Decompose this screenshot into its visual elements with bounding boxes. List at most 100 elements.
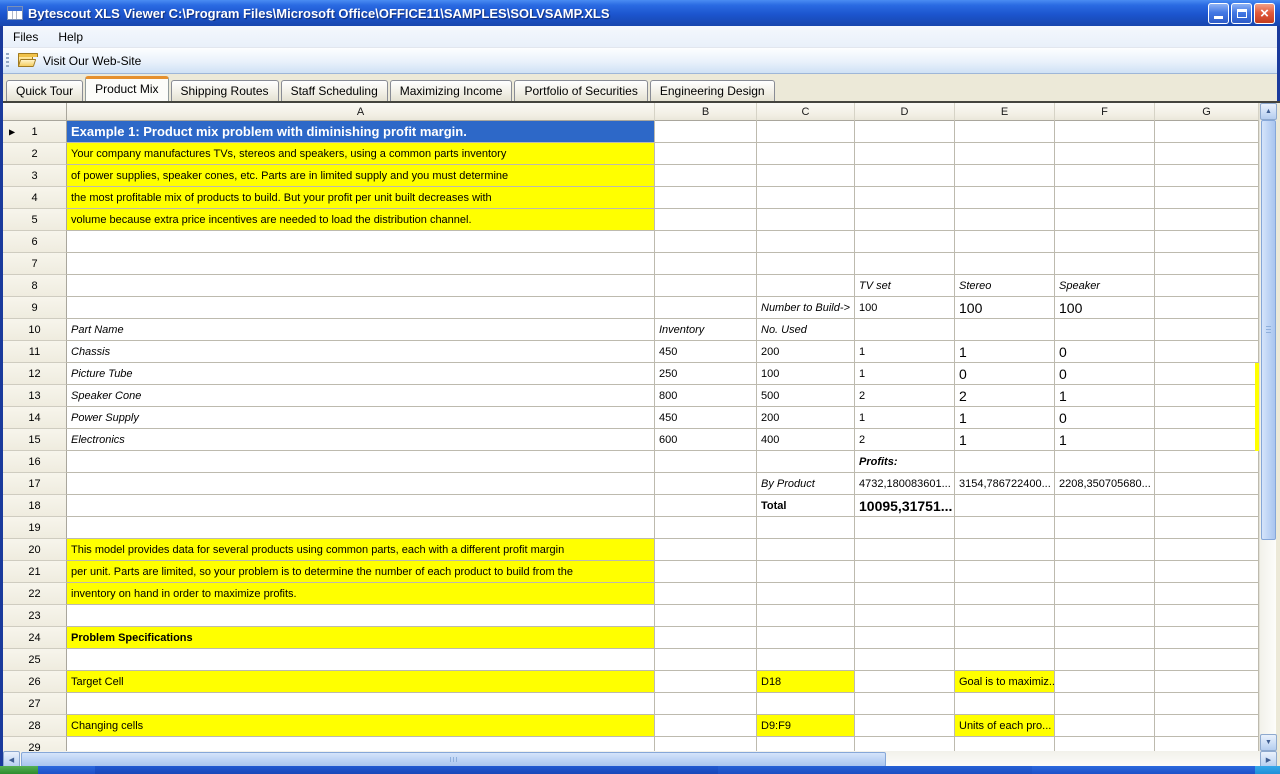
row-header-23[interactable]: 23 — [3, 605, 67, 627]
tab-engineering-design[interactable]: Engineering Design — [649, 80, 775, 101]
cell-A11[interactable]: Chassis — [67, 341, 655, 363]
cell-E14[interactable]: 1 — [955, 407, 1055, 429]
cell-G9[interactable] — [1155, 297, 1259, 319]
row-header-18[interactable]: 18 — [3, 495, 67, 517]
cell-E28[interactable]: Units of each pro... — [955, 715, 1055, 737]
cell-F21[interactable] — [1055, 561, 1155, 583]
restore-button[interactable] — [1231, 2, 1252, 24]
scroll-right-button[interactable]: ▶ — [1260, 751, 1277, 766]
cell-F2[interactable] — [1055, 143, 1155, 165]
cell-F16[interactable] — [1055, 451, 1155, 473]
cell-B4[interactable] — [655, 187, 757, 209]
close-button[interactable]: × — [1254, 2, 1275, 24]
cell-C29[interactable] — [757, 737, 855, 751]
cell-E26[interactable]: Goal is to maximiz... — [955, 671, 1055, 693]
row-header-20[interactable]: 20 — [3, 539, 67, 561]
cell-F4[interactable] — [1055, 187, 1155, 209]
cell-A26[interactable]: Target Cell — [67, 671, 655, 693]
cell-D18[interactable]: 10095,31751... — [855, 495, 955, 517]
cell-D13[interactable]: 2 — [855, 385, 955, 407]
cell-B8[interactable] — [655, 275, 757, 297]
cell-B12[interactable]: 250 — [655, 363, 757, 385]
cell-D20[interactable] — [855, 539, 955, 561]
menu-help[interactable]: Help — [48, 27, 93, 47]
cell-F27[interactable] — [1055, 693, 1155, 715]
cell-A27[interactable] — [67, 693, 655, 715]
cell-C17[interactable]: By Product — [757, 473, 855, 495]
cell-F7[interactable] — [1055, 253, 1155, 275]
cell-G27[interactable] — [1155, 693, 1259, 715]
cell-G18[interactable] — [1155, 495, 1259, 517]
cell-D7[interactable] — [855, 253, 955, 275]
cell-B6[interactable] — [655, 231, 757, 253]
row-header-22[interactable]: 22 — [3, 583, 67, 605]
cell-F13[interactable]: 1 — [1055, 385, 1155, 407]
cell-F5[interactable] — [1055, 209, 1155, 231]
cell-C23[interactable] — [757, 605, 855, 627]
cell-G3[interactable] — [1155, 165, 1259, 187]
cell-A3[interactable]: of power supplies, speaker cones, etc. P… — [67, 165, 655, 187]
cell-B19[interactable] — [655, 517, 757, 539]
row-header-1[interactable]: 1 ▶ — [3, 121, 67, 143]
cell-C22[interactable] — [757, 583, 855, 605]
tab-maximizing-income[interactable]: Maximizing Income — [389, 80, 513, 101]
cell-D21[interactable] — [855, 561, 955, 583]
menu-files[interactable]: Files — [3, 27, 48, 47]
row-header-26[interactable]: 26 — [3, 671, 67, 693]
cell-E22[interactable] — [955, 583, 1055, 605]
cell-D2[interactable] — [855, 143, 955, 165]
cell-B9[interactable] — [655, 297, 757, 319]
cell-B10[interactable]: Inventory — [655, 319, 757, 341]
cell-G17[interactable] — [1155, 473, 1259, 495]
cell-D24[interactable] — [855, 627, 955, 649]
cell-D11[interactable]: 1 — [855, 341, 955, 363]
scroll-left-button[interactable]: ◀ — [3, 751, 20, 766]
column-header-F[interactable]: F — [1055, 103, 1155, 121]
cell-C7[interactable] — [757, 253, 855, 275]
cell-D27[interactable] — [855, 693, 955, 715]
cell-B7[interactable] — [655, 253, 757, 275]
cell-D4[interactable] — [855, 187, 955, 209]
cell-C10[interactable]: No. Used — [757, 319, 855, 341]
cell-E2[interactable] — [955, 143, 1055, 165]
tab-staff-scheduling[interactable]: Staff Scheduling — [280, 80, 388, 101]
cell-A19[interactable] — [67, 517, 655, 539]
row-header-14[interactable]: 14 — [3, 407, 67, 429]
cell-G28[interactable] — [1155, 715, 1259, 737]
cell-B25[interactable] — [655, 649, 757, 671]
cell-G2[interactable] — [1155, 143, 1259, 165]
cell-E7[interactable] — [955, 253, 1055, 275]
cell-E4[interactable] — [955, 187, 1055, 209]
cell-C21[interactable] — [757, 561, 855, 583]
cell-E1[interactable] — [955, 121, 1055, 143]
cell-D17[interactable]: 4732,180083601... — [855, 473, 955, 495]
cell-G13[interactable] — [1155, 385, 1259, 407]
vertical-scrollbar[interactable]: ▲ ▼ — [1259, 103, 1277, 751]
cell-G25[interactable] — [1155, 649, 1259, 671]
cell-E5[interactable] — [955, 209, 1055, 231]
cell-C4[interactable] — [757, 187, 855, 209]
cell-B14[interactable]: 450 — [655, 407, 757, 429]
cell-G26[interactable] — [1155, 671, 1259, 693]
cell-F28[interactable] — [1055, 715, 1155, 737]
cell-A15[interactable]: Electronics — [67, 429, 655, 451]
cell-F20[interactable] — [1055, 539, 1155, 561]
cell-B21[interactable] — [655, 561, 757, 583]
cell-C1[interactable] — [757, 121, 855, 143]
column-header-D[interactable]: D — [855, 103, 955, 121]
vertical-scroll-thumb[interactable] — [1261, 120, 1276, 540]
cell-D23[interactable] — [855, 605, 955, 627]
cell-C12[interactable]: 100 — [757, 363, 855, 385]
scroll-down-button[interactable]: ▼ — [1260, 734, 1277, 751]
cell-C26[interactable]: D18 — [757, 671, 855, 693]
horizontal-scrollbar[interactable]: ◀ ▶ — [3, 751, 1277, 766]
cell-B22[interactable] — [655, 583, 757, 605]
cell-D10[interactable] — [855, 319, 955, 341]
select-all-corner[interactable] — [3, 103, 67, 121]
cell-B17[interactable] — [655, 473, 757, 495]
cell-C8[interactable] — [757, 275, 855, 297]
cell-D12[interactable]: 1 — [855, 363, 955, 385]
scroll-up-button[interactable]: ▲ — [1260, 103, 1277, 120]
cell-A29[interactable] — [67, 737, 655, 751]
cell-E29[interactable] — [955, 737, 1055, 751]
